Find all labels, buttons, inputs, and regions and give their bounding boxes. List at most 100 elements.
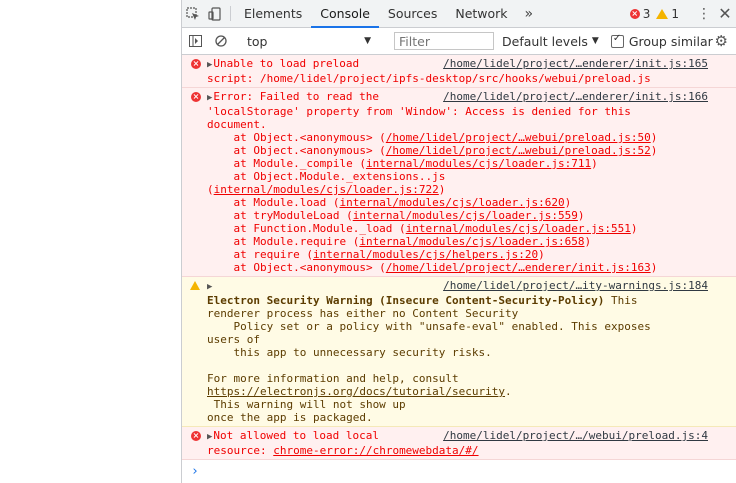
docs-link[interactable]: https://electronjs.org/docs/tutorial/sec… xyxy=(207,385,505,398)
console-message-error: × /home/lidel/project/…enderer/init.js:1… xyxy=(182,88,736,277)
stack-link[interactable]: internal/modules/cjs/loader.js:711 xyxy=(366,157,591,170)
stack-link[interactable]: /home/lidel/project/…webui/preload.js:50 xyxy=(386,131,651,144)
tabbar-separator xyxy=(230,6,231,21)
tab-sources[interactable]: Sources xyxy=(379,0,446,27)
stack-frame: at Module.require (internal/modules/cjs/… xyxy=(207,235,708,248)
message-text: This warning will not show up xyxy=(207,398,406,411)
stack-link[interactable]: internal/modules/cjs/loader.js:722 xyxy=(214,183,439,196)
stack-frame: at Object.Module._extensions..js xyxy=(207,170,708,183)
message-text: Unable to load preload xyxy=(213,57,360,70)
message-text: This xyxy=(604,294,638,307)
console-prompt[interactable]: › xyxy=(182,460,736,479)
group-similar-checkbox[interactable] xyxy=(610,33,624,48)
source-link[interactable]: /home/lidel/project/…enderer/init.js:165 xyxy=(443,57,708,70)
error-icon: × xyxy=(191,431,201,441)
error-icon: × xyxy=(191,92,201,102)
stack-text: ) xyxy=(564,196,572,209)
gear-icon[interactable]: ⚙ xyxy=(715,32,728,50)
stack-text: ( xyxy=(207,183,214,196)
expand-triangle-icon[interactable]: ▶ xyxy=(207,93,212,103)
stack-link[interactable]: /home/lidel/project/…webui/preload.js:52 xyxy=(386,144,651,157)
error-icon: × xyxy=(629,8,640,19)
device-toolbar-icon[interactable] xyxy=(204,0,226,27)
stack-text: ) xyxy=(650,131,658,144)
message-text: . xyxy=(505,385,512,398)
inspect-element-icon[interactable] xyxy=(182,0,204,27)
message-text: users of xyxy=(207,333,260,346)
chevron-down-icon: ▼ xyxy=(364,36,371,46)
stack-text: at Object.<anonymous> ( xyxy=(207,144,386,157)
stack-text: ) xyxy=(630,222,638,235)
stack-frame: at tryModuleLoad (internal/modules/cjs/l… xyxy=(207,209,708,222)
message-text: renderer process has either no Content S… xyxy=(207,307,519,320)
stack-frame: at Object.<anonymous> (/home/lidel/proje… xyxy=(207,261,708,274)
stack-link[interactable]: internal/modules/cjs/loader.js:559 xyxy=(353,209,578,222)
stack-frame: (internal/modules/cjs/loader.js:722) xyxy=(207,183,708,196)
filter-input[interactable]: Filter xyxy=(394,32,494,50)
stack-text: ) xyxy=(650,144,658,157)
message-text: resource: xyxy=(207,444,274,457)
message-text: Error: Failed to read the xyxy=(213,90,379,103)
stack-text: ) xyxy=(650,261,658,274)
stack-frame: at Module.load (internal/modules/cjs/loa… xyxy=(207,196,708,209)
stack-frame: at Object.<anonymous> (/home/lidel/proje… xyxy=(207,131,708,144)
console-toolbar: top ▼ Filter Default levels ▼ Group simi… xyxy=(182,28,736,55)
stack-text: at tryModuleLoad ( xyxy=(207,209,353,222)
stack-frame: at Object.<anonymous> (/home/lidel/proje… xyxy=(207,144,708,157)
devtools-tabbar: Elements Console Sources Network » × 3 1… xyxy=(182,0,736,28)
source-link[interactable]: /home/lidel/project/…/webui/preload.js:4 xyxy=(443,429,708,442)
tab-elements[interactable]: Elements xyxy=(235,0,311,27)
context-value: top xyxy=(247,33,268,49)
sidebar-toggle-icon[interactable] xyxy=(182,35,208,47)
more-options-icon[interactable]: ⋮ xyxy=(694,6,714,22)
stack-frame: at Module._compile (internal/modules/cjs… xyxy=(207,157,708,170)
prompt-chevron-icon: › xyxy=(191,464,199,479)
stack-text: at Module.require ( xyxy=(207,235,360,248)
log-levels-label: Default levels xyxy=(502,33,588,49)
warning-icon xyxy=(656,8,669,19)
stack-text: ) xyxy=(438,183,446,196)
group-similar-label: Group similar xyxy=(628,33,713,49)
stack-text: ) xyxy=(591,157,598,170)
context-selector[interactable]: top ▼ xyxy=(245,34,375,49)
message-text: this app to unnecessary security risks. xyxy=(207,346,492,359)
page-viewport xyxy=(0,0,181,483)
stack-text: at Function.Module._load ( xyxy=(207,222,406,235)
warning-count: 1 xyxy=(671,6,679,21)
console-messages: × /home/lidel/project/…enderer/init.js:1… xyxy=(182,55,736,479)
stack-frame: at Function.Module._load (internal/modul… xyxy=(207,222,708,235)
stack-text: ) xyxy=(577,209,585,222)
stack-text: at Module.load ( xyxy=(207,196,340,209)
stack-link[interactable]: internal/modules/cjs/helpers.js:20 xyxy=(313,248,538,261)
expand-triangle-icon[interactable]: ▶ xyxy=(207,60,212,70)
message-text: For more information and help, consult xyxy=(207,372,459,385)
message-text: once the app is packaged. xyxy=(207,411,373,424)
source-link[interactable]: /home/lidel/project/…enderer/init.js:166 xyxy=(443,90,708,103)
warning-count-badge[interactable]: 1 xyxy=(656,7,679,21)
clear-console-icon[interactable] xyxy=(208,35,234,47)
group-similar-toggle[interactable]: Group similar xyxy=(610,33,713,49)
tab-network[interactable]: Network xyxy=(446,0,516,27)
stack-link[interactable]: internal/modules/cjs/loader.js:551 xyxy=(406,222,631,235)
error-count-badge[interactable]: × 3 xyxy=(629,7,650,21)
tab-console[interactable]: Console xyxy=(311,0,379,28)
stack-link[interactable]: internal/modules/cjs/loader.js:620 xyxy=(339,196,564,209)
stack-link[interactable]: /home/lidel/project/…enderer/init.js:163 xyxy=(386,261,651,274)
stack-text: ) xyxy=(538,248,545,261)
devtools-panel: Elements Console Sources Network » × 3 1… xyxy=(181,0,736,483)
message-text: script: /home/lidel/project/ipfs-desktop… xyxy=(207,72,651,85)
log-levels-dropdown[interactable]: Default levels ▼ xyxy=(502,34,599,49)
source-link[interactable]: /home/lidel/project/…ity-warnings.js:184 xyxy=(443,279,708,292)
stack-text: at Module._compile ( xyxy=(207,157,366,170)
chevron-down-icon: ▼ xyxy=(591,36,599,46)
more-tabs-button[interactable]: » xyxy=(517,0,542,27)
console-message-warning: /home/lidel/project/…ity-warnings.js:184… xyxy=(182,277,736,427)
stack-link[interactable]: internal/modules/cjs/loader.js:658 xyxy=(359,235,584,248)
console-message-error: × /home/lidel/project/…enderer/init.js:1… xyxy=(182,55,736,88)
expand-triangle-icon[interactable]: ▶ xyxy=(207,282,212,292)
stack-text: at Object.<anonymous> ( xyxy=(207,261,386,274)
resource-link[interactable]: chrome-error://chromewebdata/#/ xyxy=(273,444,478,457)
expand-triangle-icon[interactable]: ▶ xyxy=(207,432,212,442)
close-icon[interactable]: ✕ xyxy=(714,4,736,23)
